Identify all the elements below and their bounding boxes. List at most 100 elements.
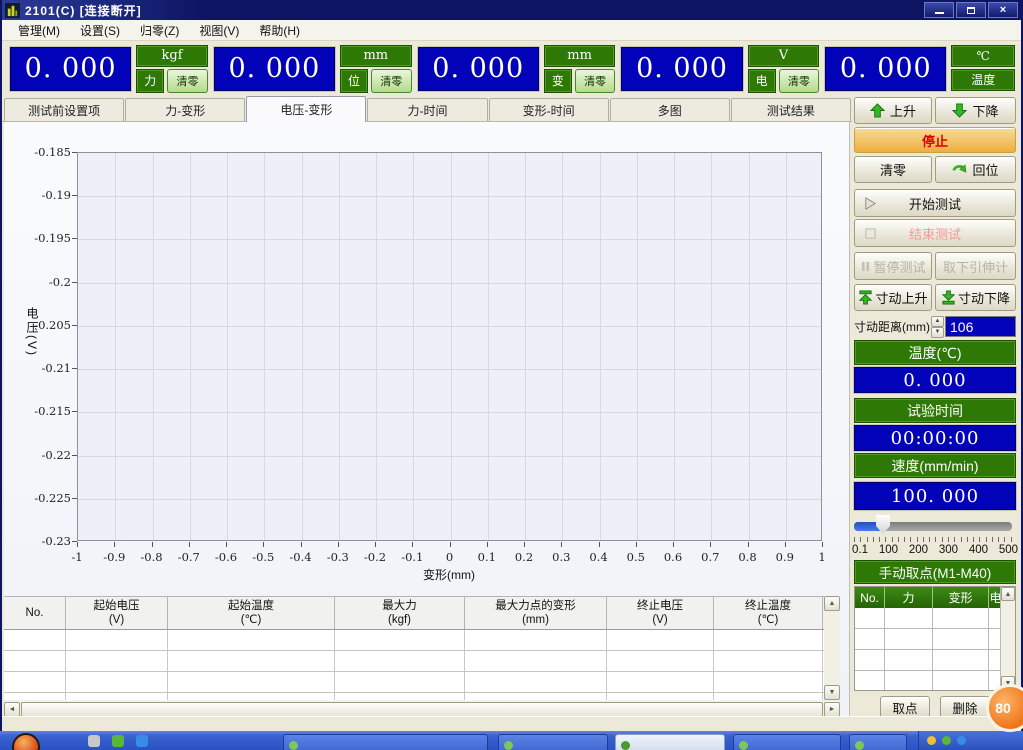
x-tick-label: -0.5 [252, 550, 274, 564]
results-table-header: No.起始电压(V)起始温度(℃)最大力(kgf)最大力点的变形(mm)终止电压… [4, 597, 824, 630]
mp-table-row[interactable] [855, 650, 1015, 671]
x-tick-mark [77, 542, 78, 547]
x-tick-label: 0.3 [552, 550, 570, 564]
mp-table-cell [933, 629, 989, 649]
tab-力-变形[interactable]: 力-变形 [125, 98, 245, 121]
menu-item-5[interactable]: 帮助(H) [249, 20, 310, 41]
x-tick-mark [636, 542, 637, 547]
readout-display-温度: 0. 000 [825, 47, 946, 91]
table-cell [714, 693, 823, 700]
remove-extensometer-button[interactable]: 取下引伸计 [935, 252, 1016, 280]
quick-launch-icon[interactable] [136, 735, 148, 747]
tray-icon[interactable] [942, 736, 951, 745]
scroll-down-arrow-icon[interactable]: ▼ [824, 685, 840, 700]
readout-unit-block-电: V电清零 [748, 45, 820, 93]
table-row[interactable] [4, 672, 824, 693]
scrollbar-thumb[interactable] [21, 702, 823, 717]
gridline [376, 153, 377, 540]
table-row[interactable] [4, 693, 824, 700]
menu-item-3[interactable]: 归零(Z) [130, 20, 189, 41]
scroll-up-arrow-icon[interactable]: ▲ [824, 596, 840, 611]
spinner-down-icon[interactable]: ▼ [931, 327, 944, 338]
tab-力-时间[interactable]: 力-时间 [367, 98, 487, 121]
mp-table-row[interactable] [855, 671, 1015, 691]
x-tick-mark [785, 542, 786, 547]
x-tick-mark [152, 542, 153, 547]
menu-item-1[interactable]: 管理(M) [8, 20, 70, 41]
jog-down-button[interactable]: 寸动下降 [935, 284, 1016, 311]
start-test-button[interactable]: 开始测试 [854, 189, 1016, 217]
clear-button-力[interactable]: 清零 [167, 69, 208, 93]
start-button[interactable] [12, 733, 40, 750]
jog-distance-input[interactable]: 106 [945, 316, 1016, 337]
taskbar-button[interactable] [498, 734, 608, 750]
gridline [786, 153, 787, 540]
ruler-tick [979, 537, 980, 542]
crosshead-down-button[interactable]: 下降 [935, 97, 1016, 124]
quick-launch-icon[interactable] [112, 735, 124, 747]
x-tick-mark [412, 542, 413, 547]
menu-item-4[interactable]: 视图(V) [189, 20, 249, 41]
ruler-tick [935, 537, 936, 542]
taskbar-button-active[interactable] [615, 734, 725, 750]
table-cell [168, 651, 335, 671]
ruler-tick [904, 537, 905, 542]
slider-thumb[interactable] [876, 515, 890, 534]
quick-launch-icon[interactable] [88, 735, 100, 747]
scroll-left-arrow-icon[interactable]: ◄ [4, 702, 20, 717]
tab-多图[interactable]: 多图 [610, 98, 730, 121]
channel-label: 温度 [951, 69, 1015, 91]
speed-header: 速度(mm/min) [854, 453, 1016, 478]
minimize-button[interactable] [924, 2, 954, 18]
clear-button-变[interactable]: 清零 [575, 69, 616, 93]
x-tick-label: 0.5 [627, 550, 645, 564]
tab-测试结果[interactable]: 测试结果 [731, 98, 851, 121]
spinner-up-icon[interactable]: ▲ [931, 316, 944, 327]
menu-item-2[interactable]: 设置(S) [70, 20, 130, 41]
mp-table-cell [885, 629, 933, 649]
ruler-tick [885, 537, 886, 542]
tab-电压-变形[interactable]: 电压-变形 [246, 96, 366, 122]
tab-测试前设置项[interactable]: 测试前设置项 [4, 98, 124, 121]
speed-slider[interactable] [854, 515, 1012, 535]
taskbar-button[interactable] [849, 734, 907, 750]
channel-label: 位 [340, 69, 368, 93]
gridline [264, 153, 265, 540]
readout-unit-block-变: mm变清零 [544, 45, 616, 93]
taskbar-button[interactable] [283, 734, 488, 750]
table-row[interactable] [4, 651, 824, 672]
results-horizontal-scrollbar[interactable]: ◄ ► [4, 702, 840, 717]
pause-test-button[interactable]: 暂停测试 [854, 252, 932, 280]
taskbar-button[interactable] [733, 734, 841, 750]
tray-icon[interactable] [957, 736, 966, 745]
tab-变形-时间[interactable]: 变形-时间 [489, 98, 609, 121]
mp-table-row[interactable] [855, 608, 1015, 629]
column-header-最大力: 最大力(kgf) [335, 597, 465, 629]
end-test-button[interactable]: 结束测试 [854, 219, 1016, 247]
mp-table-row[interactable] [855, 629, 1015, 650]
table-row[interactable] [4, 630, 824, 651]
crosshead-up-button[interactable]: 上升 [854, 97, 932, 124]
manual-points-scrollbar[interactable]: ▲▼ [1000, 587, 1015, 690]
scroll-right-arrow-icon[interactable]: ► [824, 702, 840, 717]
results-vertical-scrollbar[interactable]: ▲ ▼ [824, 596, 840, 700]
column-title: 终止温度 [745, 599, 791, 613]
table-cell [465, 630, 607, 650]
tray-icon[interactable] [927, 736, 936, 745]
clear-button-位[interactable]: 清零 [371, 69, 412, 93]
restore-button[interactable] [956, 2, 986, 18]
scroll-up-arrow-icon[interactable]: ▲ [1001, 587, 1015, 601]
ruler-tick [910, 537, 911, 542]
jog-up-button[interactable]: 寸动上升 [854, 284, 932, 311]
readout-unit-block-温度: ℃温度 [951, 45, 1015, 93]
ruler-tick [948, 537, 949, 542]
y-tick-label: -0.2 [9, 275, 71, 289]
clear-button-电[interactable]: 清零 [779, 69, 820, 93]
x-tick-mark [524, 542, 525, 547]
zero-button[interactable]: 清零 [854, 156, 932, 183]
x-tick-mark [450, 542, 451, 547]
return-home-button[interactable]: 回位 [935, 156, 1016, 183]
close-button[interactable]: × [988, 2, 1018, 18]
stop-button[interactable]: 停止 [854, 127, 1016, 153]
table-cell [335, 693, 465, 700]
